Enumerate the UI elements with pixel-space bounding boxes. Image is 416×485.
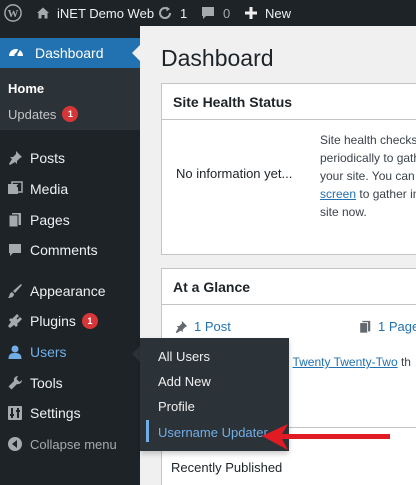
- collapse-icon: [6, 436, 24, 452]
- dashboard-icon: [7, 43, 25, 64]
- sidebar-item-appearance[interactable]: Appearance: [0, 276, 140, 306]
- settings-icon: [6, 405, 24, 421]
- new-content-link[interactable]: New: [244, 0, 291, 26]
- glance-pages-count: 1 Page: [378, 319, 416, 334]
- plugin-icon: [6, 313, 24, 329]
- submenu-label: Updates: [8, 106, 57, 122]
- sidebar-item-label: Appearance: [30, 283, 106, 299]
- flyout-item-username-updater[interactable]: Username Updater: [158, 425, 268, 440]
- theme-suffix: th: [397, 355, 411, 369]
- media-icon: [6, 181, 24, 197]
- current-menu-arrow: [132, 45, 140, 61]
- svg-text:W: W: [8, 8, 19, 20]
- submenu-item-home[interactable]: Home: [8, 81, 44, 96]
- dashboard-submenu: Home Updates 1: [0, 68, 140, 130]
- sidebar-item-dashboard[interactable]: Dashboard: [0, 38, 140, 68]
- sidebar-item-label: Collapse menu: [30, 436, 117, 452]
- sidebar-item-label: Tools: [30, 375, 63, 391]
- site-health-widget: Site Health Status No information yet...…: [161, 83, 416, 255]
- sidebar-item-users[interactable]: Users: [0, 337, 140, 367]
- sidebar-item-posts[interactable]: Posts: [0, 143, 140, 173]
- sidebar-item-label: Dashboard: [35, 45, 104, 61]
- widget-title: At a Glance: [162, 269, 416, 305]
- pin-icon: [174, 320, 188, 334]
- description-text: to gather in: [356, 187, 416, 201]
- comment-icon: [6, 242, 24, 258]
- collapse-menu-button[interactable]: Collapse menu: [0, 429, 140, 459]
- user-icon: [6, 344, 24, 360]
- description-line: your site. You can a: [320, 169, 416, 183]
- sidebar-item-label: Pages: [30, 212, 70, 228]
- site-health-description: Site health checks w periodically to gat…: [320, 131, 416, 221]
- pages-icon: [6, 212, 24, 228]
- glance-posts-link[interactable]: 1 Post: [174, 319, 231, 334]
- pages-icon: [358, 320, 372, 334]
- flyout-arrow: [132, 346, 140, 362]
- description-line: site now.: [320, 205, 367, 219]
- annotation-arrow-icon: [262, 424, 390, 450]
- admin-sidebar: Dashboard Home Updates 1 Posts Media Pag…: [0, 26, 140, 485]
- sidebar-item-settings[interactable]: Settings: [0, 398, 140, 428]
- widget-title: Site Health Status: [162, 84, 416, 120]
- sidebar-item-comments[interactable]: Comments: [0, 235, 140, 265]
- wrench-icon: [6, 375, 24, 391]
- description-line: periodically to gath: [320, 151, 416, 165]
- page-title: Dashboard: [161, 45, 274, 71]
- home-icon: [36, 6, 50, 20]
- plus-icon: [244, 6, 258, 20]
- sidebar-item-label: Media: [30, 181, 69, 197]
- updates-link[interactable]: 1: [157, 0, 187, 26]
- submenu-label: Home: [8, 81, 45, 96]
- updates-badge: 1: [62, 106, 79, 122]
- submenu-item-updates[interactable]: Updates 1: [8, 106, 79, 122]
- site-health-empty-text: No information yet...: [176, 166, 293, 181]
- comment-icon: [200, 5, 216, 21]
- sidebar-item-label: Comments: [30, 242, 98, 258]
- site-name: iNET Demo Web: [57, 5, 155, 21]
- comments-count: 0: [223, 5, 231, 21]
- refresh-icon: [157, 5, 173, 21]
- wordpress-logo-button[interactable]: W: [4, 0, 22, 26]
- sidebar-item-pages[interactable]: Pages: [0, 205, 140, 235]
- sidebar-item-label: Users: [30, 344, 67, 360]
- plugins-badge: 1: [81, 313, 98, 329]
- site-health-screen-link[interactable]: screen: [320, 187, 356, 201]
- sidebar-item-label: Plugins: [30, 313, 76, 329]
- sidebar-item-media[interactable]: Media: [0, 174, 140, 204]
- updates-count: 1: [180, 5, 188, 21]
- new-label: New: [265, 5, 292, 21]
- brush-icon: [6, 283, 24, 299]
- glance-pages-link[interactable]: 1 Page: [358, 319, 416, 334]
- sidebar-item-label: Settings: [30, 405, 81, 421]
- wordpress-icon: W: [4, 4, 22, 22]
- admin-bar: W iNET Demo Web 1 0 New: [0, 0, 416, 26]
- flyout-item-all-users[interactable]: All Users: [158, 349, 210, 364]
- sidebar-item-tools[interactable]: Tools: [0, 368, 140, 398]
- pin-icon: [6, 150, 24, 166]
- glance-posts-count: 1 Post: [194, 319, 231, 334]
- flyout-item-profile[interactable]: Profile: [158, 399, 195, 414]
- description-line: Site health checks w: [320, 133, 416, 147]
- highlight-bar: [146, 420, 149, 442]
- description-line: screen to gather in: [320, 185, 416, 203]
- flyout-item-add-new[interactable]: Add New: [158, 374, 211, 389]
- theme-link[interactable]: Twenty Twenty-Two: [292, 355, 397, 369]
- sidebar-item-label: Posts: [30, 150, 66, 166]
- comments-link[interactable]: 0: [200, 0, 230, 26]
- glance-theme-text: ng Twenty Twenty-Two th: [276, 355, 411, 369]
- sidebar-item-plugins[interactable]: Plugins 1: [0, 306, 140, 336]
- recently-published-heading: Recently Published: [171, 460, 283, 475]
- site-name-link[interactable]: iNET Demo Web: [36, 0, 154, 26]
